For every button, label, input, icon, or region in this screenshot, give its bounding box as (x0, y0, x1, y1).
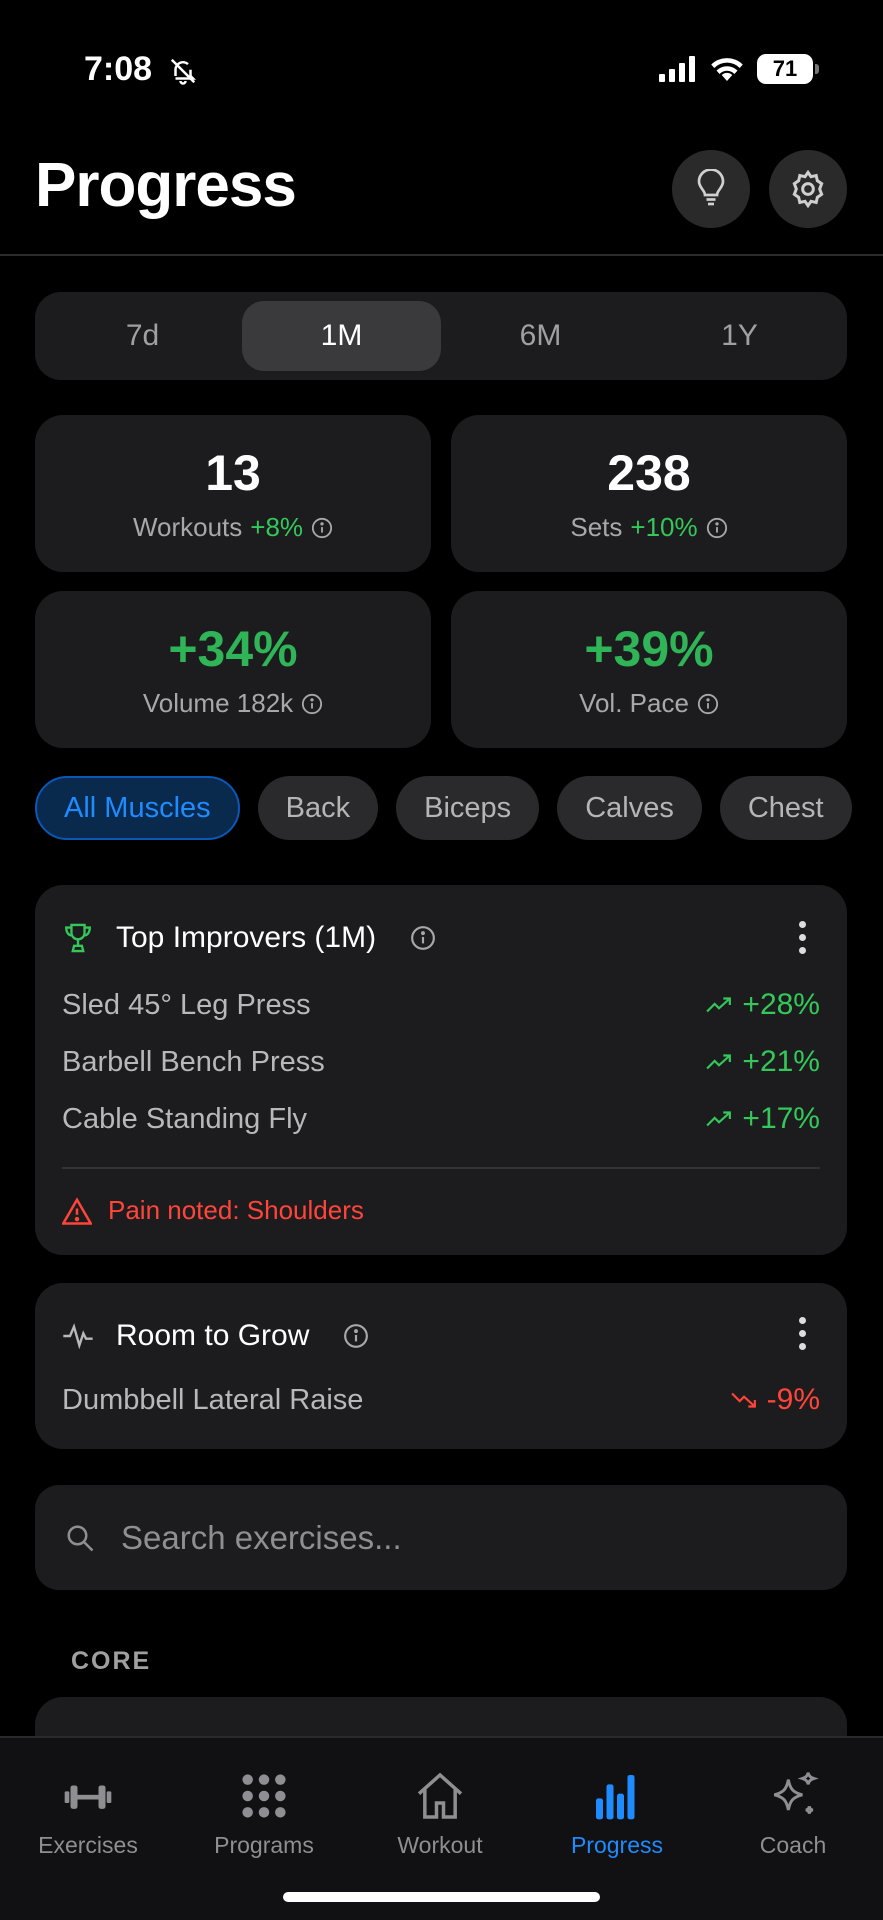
improver-row[interactable]: Barbell Bench Press +21% (62, 1045, 820, 1079)
search-icon (67, 1525, 94, 1551)
change-value: +17% (742, 1102, 820, 1135)
chip-all-muscles[interactable]: All Muscles (35, 776, 240, 840)
header-divider (0, 254, 883, 256)
page-title: Progress (35, 151, 297, 220)
chip-calves[interactable]: Calves (557, 776, 702, 840)
trophy-icon (65, 923, 91, 953)
tips-button[interactable] (672, 150, 750, 228)
tab-coach[interactable]: Coach (705, 1768, 881, 1859)
status-time: 7:08 (84, 50, 153, 88)
chip-back[interactable]: Back (257, 776, 379, 840)
grow-row[interactable]: Dumbbell Lateral Raise -9% (62, 1383, 820, 1417)
tab-progress[interactable]: Progress (529, 1768, 705, 1859)
stat-label: Sets (570, 512, 623, 542)
info-icon[interactable] (410, 925, 436, 951)
top-improvers-card: Top Improvers (1M) Sled 45° Leg Press +2… (35, 885, 847, 1255)
stat-label: Vol. Pace (579, 688, 689, 718)
tab-exercises[interactable]: Exercises (0, 1768, 176, 1859)
tab-label: Exercises (38, 1832, 138, 1858)
more-options-icon[interactable] (799, 1317, 807, 1350)
stat-delta: +10% (630, 512, 698, 542)
status-indicators: 71 (659, 54, 819, 84)
chip-chest[interactable]: Chest (719, 776, 852, 840)
signal-icon (659, 56, 695, 82)
pain-warning: Pain noted: Shoulders (62, 1195, 364, 1226)
exercise-name: Barbell Bench Press (62, 1045, 325, 1078)
home-indicator (283, 1892, 600, 1902)
info-icon[interactable] (706, 517, 728, 539)
tab-workout[interactable]: Workout (352, 1768, 528, 1859)
settings-button[interactable] (769, 150, 847, 228)
exercise-name: Cable Standing Fly (62, 1102, 308, 1135)
stat-volume: +34% Volume 182k (35, 591, 431, 748)
dumbbell-icon (64, 1785, 112, 1809)
range-1m[interactable]: 1M (242, 301, 441, 371)
stat-workouts: 13 Workouts +8% (35, 415, 431, 572)
chip-biceps[interactable]: Biceps (396, 776, 540, 840)
warning-icon (62, 1196, 92, 1225)
range-selector: 7d 1M 6M 1Y (35, 292, 847, 380)
range-1y[interactable]: 1Y (640, 301, 839, 371)
trend-up-icon (706, 1111, 732, 1127)
range-6m[interactable]: 6M (441, 301, 640, 371)
stat-delta: +8% (250, 512, 304, 542)
tab-label: Programs (214, 1832, 314, 1858)
battery-level: 71 (757, 54, 813, 84)
trend-down-icon (730, 1392, 756, 1408)
home-icon (417, 1772, 463, 1819)
stat-vol-pace: +39% Vol. Pace (451, 591, 847, 748)
room-to-grow-card: Room to Grow Dumbbell Lateral Raise -9% (35, 1283, 847, 1449)
trend-up-icon (706, 997, 732, 1013)
tab-label: Workout (397, 1832, 483, 1858)
stat-label: Workouts (132, 512, 243, 542)
exercise-list-card[interactable] (35, 1697, 847, 1737)
stat-label: Volume 182k (142, 688, 294, 718)
info-icon[interactable] (697, 693, 719, 715)
info-icon[interactable] (301, 693, 323, 715)
tab-label: Coach (759, 1832, 827, 1858)
improver-row[interactable]: Cable Standing Fly +17% (62, 1102, 820, 1136)
pulse-icon (63, 1323, 93, 1350)
tab-programs[interactable]: Programs (176, 1768, 352, 1859)
info-icon[interactable] (311, 517, 333, 539)
card-title: Room to Grow (116, 1319, 310, 1352)
card-title: Top Improvers (1M) (116, 921, 377, 954)
range-7d[interactable]: 7d (43, 301, 242, 371)
stat-value: 238 (607, 445, 691, 501)
exercise-name: Sled 45° Leg Press (62, 988, 311, 1021)
section-header: CORE (71, 1647, 152, 1675)
more-options-icon[interactable] (799, 921, 807, 954)
bar-chart-icon (596, 1775, 635, 1820)
bell-muted-icon (170, 58, 197, 85)
change-value: +21% (742, 1045, 820, 1078)
sparkles-icon (773, 1772, 819, 1814)
tab-label: Progress (570, 1832, 664, 1858)
info-icon[interactable] (343, 1323, 369, 1349)
warning-text: Pain noted: Shoulders (108, 1195, 364, 1225)
improver-row[interactable]: Sled 45° Leg Press +28% (62, 988, 820, 1022)
trend-up-icon (706, 1054, 732, 1070)
muscle-filter: All Muscles Back Biceps Calves Chest (35, 776, 852, 840)
grid-icon (242, 1774, 286, 1818)
stat-value: +39% (584, 621, 714, 677)
change-value: -9% (766, 1383, 820, 1416)
exercise-name: Dumbbell Lateral Raise (62, 1383, 364, 1416)
change-value: +28% (742, 988, 820, 1021)
stat-sets: 238 Sets +10% (451, 415, 847, 572)
search-bar[interactable]: Search exercises... (35, 1485, 847, 1590)
gear-icon (792, 169, 824, 209)
battery-tip (815, 64, 819, 74)
wifi-icon (711, 58, 743, 81)
stat-value: 13 (205, 445, 261, 501)
search-input[interactable]: Search exercises... (121, 1519, 402, 1557)
card-divider (62, 1167, 820, 1169)
lightbulb-icon (697, 169, 725, 206)
stat-value: +34% (168, 621, 298, 677)
